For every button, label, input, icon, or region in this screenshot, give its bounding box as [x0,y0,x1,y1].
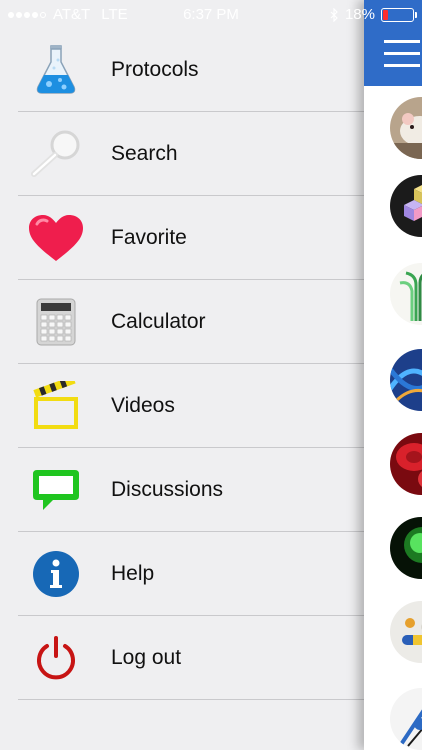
status-bar: AT&T LTE 6:37 PM 18% [0,0,422,28]
power-icon [26,628,86,688]
menu-item-calculator[interactable]: Calculator [0,280,364,364]
calculator-icon [26,292,86,352]
capsules-thumbnail[interactable] [390,601,422,663]
side-menu: Protocols Search Favorite Calculator Vid… [0,0,364,750]
menu-item-label: Calculator [111,310,206,333]
menu-item-label: Help [111,562,155,585]
lab-instrument-thumbnail[interactable] [390,688,422,750]
lab-mouse-thumbnail[interactable] [390,97,422,159]
menu-item-label: Favorite [111,226,187,249]
flask-icon [26,40,86,100]
menu-item-favorite[interactable]: Favorite [0,196,364,280]
menu-item-label: Discussions [111,478,224,501]
red-blood-cells-thumbnail[interactable] [390,433,422,495]
info-icon [26,544,86,604]
menu-item-label: Log out [111,646,182,669]
menu-item-discussions[interactable]: Discussions [0,448,364,532]
menu-item-label: Videos [111,394,175,417]
dna-strands-thumbnail[interactable] [390,349,422,411]
status-right: 18% [330,6,417,23]
battery-percent: 18% [344,6,375,23]
menu-item-label: Protocols [111,58,199,81]
menu-item-label: Search [111,142,178,165]
molecule-cubes-thumbnail[interactable] [390,175,422,237]
menu-item-protocols[interactable]: Protocols [0,28,364,112]
menu-item-videos[interactable]: Videos [0,364,364,448]
chat-bubble-icon [26,460,86,520]
plant-seedling-thumbnail[interactable] [390,263,422,325]
magnifier-icon [26,124,86,184]
menu-item-search[interactable]: Search [0,112,364,196]
menu-item-help[interactable]: Help [0,532,364,616]
main-content-panel [364,0,422,750]
heart-icon [26,208,86,268]
hamburger-icon[interactable] [384,40,420,68]
battery-level-fill [383,9,389,20]
menu-item-log-out[interactable]: Log out [0,616,364,700]
clapperboard-icon [26,376,86,436]
green-fluorescent-cell-thumbnail[interactable] [390,517,422,579]
battery-icon [381,7,417,22]
bluetooth-icon [330,7,338,22]
